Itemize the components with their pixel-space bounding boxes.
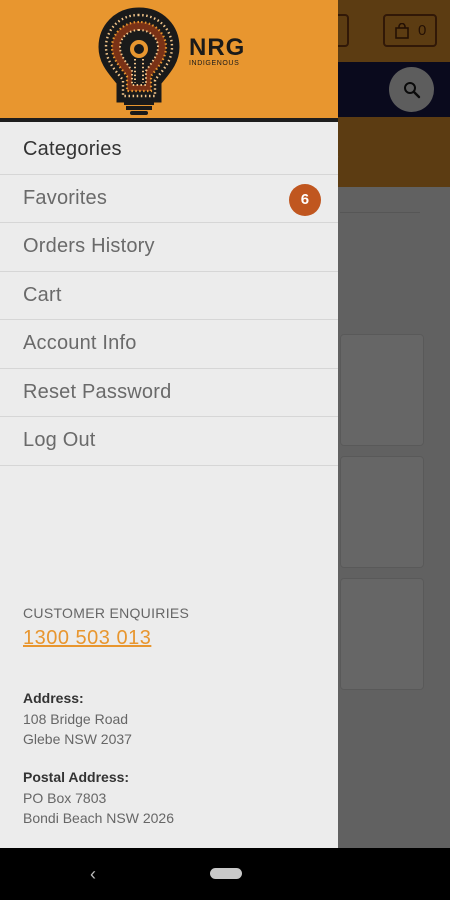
menu-item-label: Cart: [23, 283, 62, 306]
address-line: Glebe NSW 2037: [23, 731, 132, 747]
menu-item-account-info[interactable]: Account Info: [0, 320, 338, 369]
menu-item-log-out[interactable]: Log Out: [0, 417, 338, 466]
postal-address-line: PO Box 7803: [23, 790, 107, 806]
menu-item-label: Reset Password: [23, 380, 172, 403]
menu-item-label: Account Info: [23, 332, 137, 355]
system-navigation-bar: ‹: [0, 848, 450, 900]
menu-item-label: Orders History: [23, 235, 155, 258]
address-label: Address:: [23, 690, 84, 706]
navigation-drawer: NRG INDIGENOUS Categories Favorites 6 Or…: [0, 0, 338, 848]
enquiries-phone-link[interactable]: 1300 503 013: [23, 627, 151, 650]
menu-item-label: Log Out: [23, 429, 96, 452]
menu-item-cart[interactable]: Cart: [0, 272, 338, 320]
enquiries-label: CUSTOMER ENQUIRIES: [23, 605, 190, 621]
menu-item-reset-password[interactable]: Reset Password: [0, 369, 338, 417]
postal-address-block: Postal Address: PO Box 7803 Bondi Beach …: [23, 769, 323, 828]
brand-name: NRG: [189, 34, 246, 61]
menu-item-label: Favorites: [23, 186, 108, 209]
lightbulb-dot-art-icon: [98, 7, 180, 115]
menu-item-categories[interactable]: Categories: [0, 126, 338, 175]
address-block: Address: 108 Bridge Road Glebe NSW 2037: [23, 690, 323, 749]
brand-logo-text: NRG INDIGENOUS: [189, 36, 245, 68]
home-pill-icon[interactable]: [210, 868, 242, 879]
postal-address-line: Bondi Beach NSW 2026: [23, 810, 174, 826]
favorites-count-badge: 6: [289, 183, 321, 216]
customer-enquiries: CUSTOMER ENQUIRIES 1300 503 013: [23, 605, 323, 650]
drawer-header: NRG INDIGENOUS: [0, 0, 338, 122]
menu-item-label: Categories: [23, 138, 122, 161]
menu-item-orders-history[interactable]: Orders History: [0, 223, 338, 272]
drawer-menu: Categories Favorites 6 Orders History Ca…: [0, 126, 338, 466]
postal-address-label: Postal Address:: [23, 769, 130, 785]
back-chevron-icon[interactable]: ‹: [90, 864, 96, 885]
menu-item-favorites[interactable]: Favorites 6: [0, 175, 338, 223]
brand-subtitle: INDIGENOUS: [189, 60, 240, 67]
address-line: 108 Bridge Road: [23, 711, 129, 727]
